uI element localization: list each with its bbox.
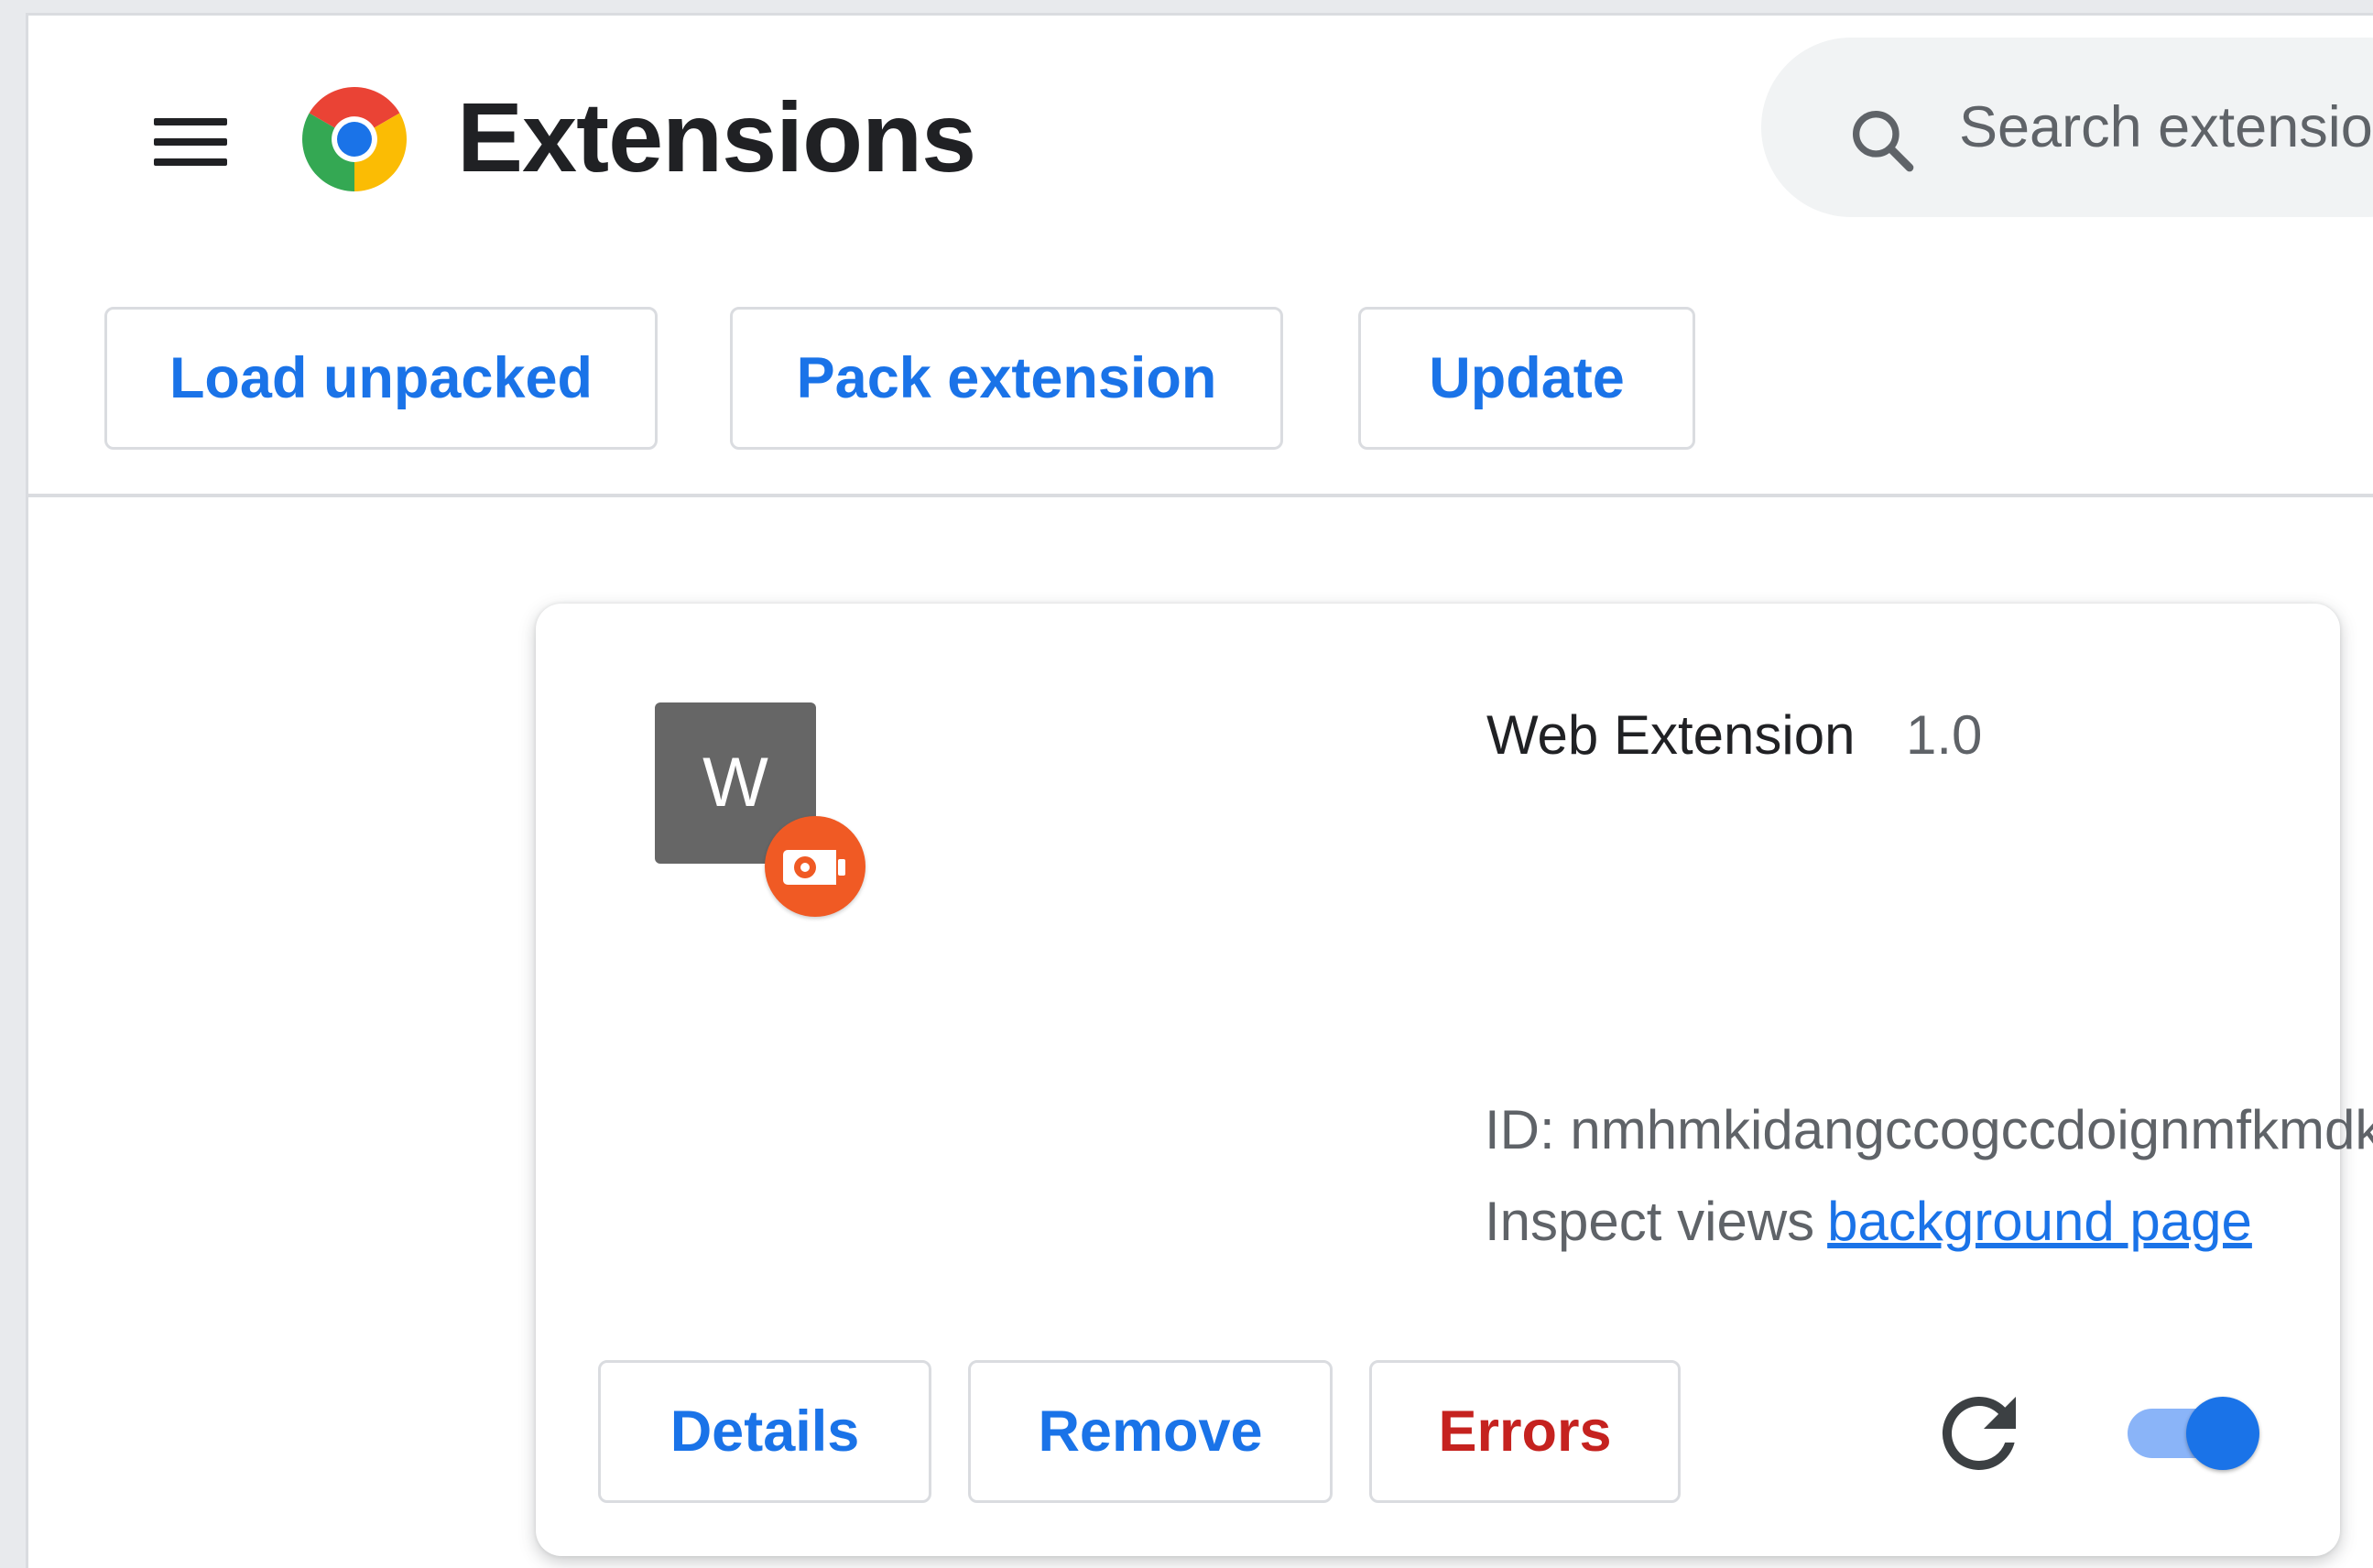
unpacked-extension-badge-icon bbox=[765, 816, 865, 917]
chrome-logo-icon bbox=[302, 87, 407, 191]
extension-id: ID: nmhmkidangccogccdoignmfkmdkebjhf bbox=[1485, 1099, 2373, 1160]
page-title: Extensions bbox=[457, 82, 976, 192]
extensions-page: Extensions Load unpacked Pack extension … bbox=[26, 13, 2373, 1568]
errors-button[interactable]: Errors bbox=[1369, 1360, 1681, 1503]
search-icon bbox=[1845, 103, 1919, 177]
extension-version: 1.0 bbox=[1906, 704, 1983, 766]
search-input[interactable] bbox=[1959, 91, 2373, 164]
extensions-toolbar: Extensions Load unpacked Pack extension … bbox=[28, 16, 2373, 497]
inspect-views-row: Inspect views background page bbox=[1485, 1185, 2252, 1258]
search-box[interactable] bbox=[1761, 38, 2373, 217]
toggle-knob bbox=[2186, 1397, 2259, 1470]
extension-card: W Web Extension 1.0 ID: nmhmkidangccogcc… bbox=[536, 604, 2373, 1556]
remove-button[interactable]: Remove bbox=[968, 1360, 1333, 1503]
update-button[interactable]: Update bbox=[1358, 307, 1695, 450]
reload-icon[interactable] bbox=[1924, 1378, 2034, 1488]
extension-enable-toggle[interactable] bbox=[2115, 1378, 2280, 1488]
load-unpacked-button[interactable]: Load unpacked bbox=[104, 307, 658, 450]
extension-name: Web Extension bbox=[1486, 704, 1856, 766]
details-button[interactable]: Details bbox=[598, 1360, 931, 1503]
background-page-link[interactable]: background page bbox=[1827, 1191, 2252, 1252]
inspect-views-label: Inspect views bbox=[1485, 1191, 1815, 1252]
hamburger-menu-icon[interactable] bbox=[115, 87, 234, 188]
pack-extension-button[interactable]: Pack extension bbox=[730, 307, 1283, 450]
